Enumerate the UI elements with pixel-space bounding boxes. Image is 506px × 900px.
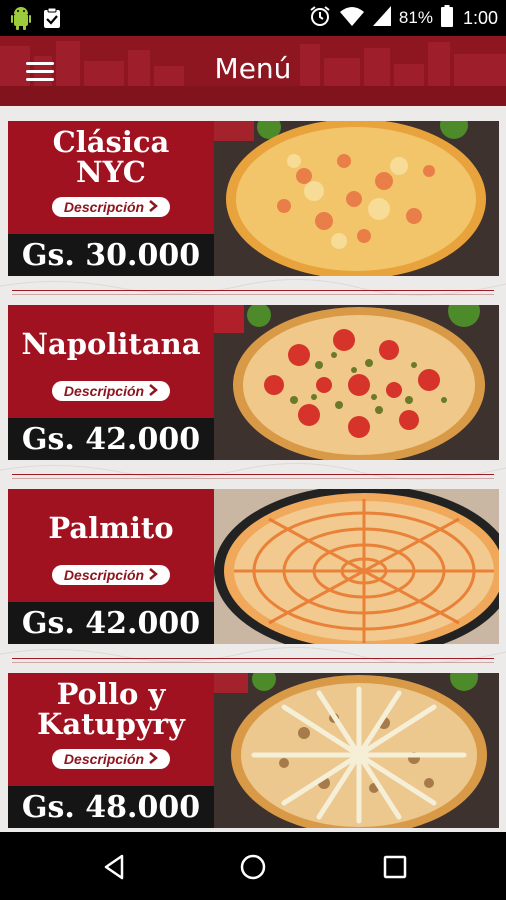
chevron-right-icon — [148, 383, 159, 399]
card-info-panel: Napolitana Descripción Gs. 42.000 — [8, 305, 214, 460]
description-label: Descripción — [63, 199, 145, 215]
card-info-panel: Clásica NYC Descripción Gs. 30.000 — [8, 121, 214, 276]
divider — [12, 294, 494, 295]
app-bar: Menú — [0, 36, 506, 106]
price-bar: Gs. 30.000 — [8, 234, 214, 276]
price-bar: Gs. 48.000 — [8, 786, 214, 828]
description-button[interactable]: Descripción — [52, 197, 170, 217]
price: Gs. 48.000 — [21, 790, 201, 825]
chevron-right-icon — [148, 567, 159, 583]
clipboard-check-icon — [42, 7, 62, 34]
menu-card-pollo-katupyry[interactable]: Pollo y Katupyry Descripción Gs. 48.000 — [8, 673, 499, 828]
pizza-name: Pollo y — [56, 677, 166, 711]
divider — [12, 478, 494, 479]
description-button[interactable]: Descripción — [52, 749, 170, 769]
divider — [12, 290, 494, 291]
menu-list[interactable]: Clásica NYC Descripción Gs. 30.000 Napol… — [0, 106, 506, 832]
android-debug-icon — [10, 6, 32, 35]
divider — [12, 662, 494, 663]
price: Gs. 42.000 — [21, 606, 201, 641]
chevron-right-icon — [148, 199, 159, 215]
card-info-panel: Palmito Descripción Gs. 42.000 — [8, 489, 214, 644]
divider — [12, 658, 494, 659]
signal-icon — [372, 5, 391, 31]
menu-card-clasica-nyc[interactable]: Clásica NYC Descripción Gs. 30.000 — [8, 121, 499, 276]
home-icon[interactable] — [236, 850, 270, 884]
description-button[interactable]: Descripción — [52, 381, 170, 401]
battery-icon — [440, 4, 453, 32]
pizza-name: Clásica — [52, 125, 170, 159]
pizza-name-line2: Katupyry — [37, 707, 185, 741]
price-bar: Gs. 42.000 — [8, 602, 214, 644]
page-title: Menú — [214, 52, 292, 85]
pizza-name-line2: NYC — [76, 155, 146, 189]
description-label: Descripción — [63, 383, 145, 399]
description-label: Descripción — [63, 751, 145, 767]
menu-card-palmito[interactable]: Palmito Descripción Gs. 42.000 — [8, 489, 499, 644]
pizza-photo — [214, 673, 499, 828]
clock-time: 1:00 — [462, 7, 498, 28]
pizza-photo — [214, 489, 499, 644]
description-label: Descripción — [63, 567, 145, 583]
pizza-name: Napolitana — [21, 327, 201, 361]
battery-percent: 81% — [398, 8, 433, 27]
alarm-icon — [309, 5, 331, 32]
divider — [12, 474, 494, 475]
price-bar: Gs. 42.000 — [8, 418, 214, 460]
pizza-photo — [214, 121, 499, 276]
price: Gs. 30.000 — [21, 238, 201, 273]
description-button[interactable]: Descripción — [52, 565, 170, 585]
menu-card-napolitana[interactable]: Napolitana Descripción Gs. 42.000 — [8, 305, 499, 460]
pizza-photo — [214, 305, 499, 460]
status-bar: 81% 1:00 — [0, 0, 506, 36]
back-icon[interactable] — [98, 850, 132, 884]
wifi-icon — [339, 6, 365, 31]
chevron-right-icon — [148, 751, 159, 767]
card-info-panel: Pollo y Katupyry Descripción Gs. 48.000 — [8, 673, 214, 828]
price: Gs. 42.000 — [21, 422, 201, 457]
pizza-name: Palmito — [48, 511, 174, 545]
navigation-bar — [0, 832, 506, 900]
recents-icon[interactable] — [378, 850, 412, 884]
